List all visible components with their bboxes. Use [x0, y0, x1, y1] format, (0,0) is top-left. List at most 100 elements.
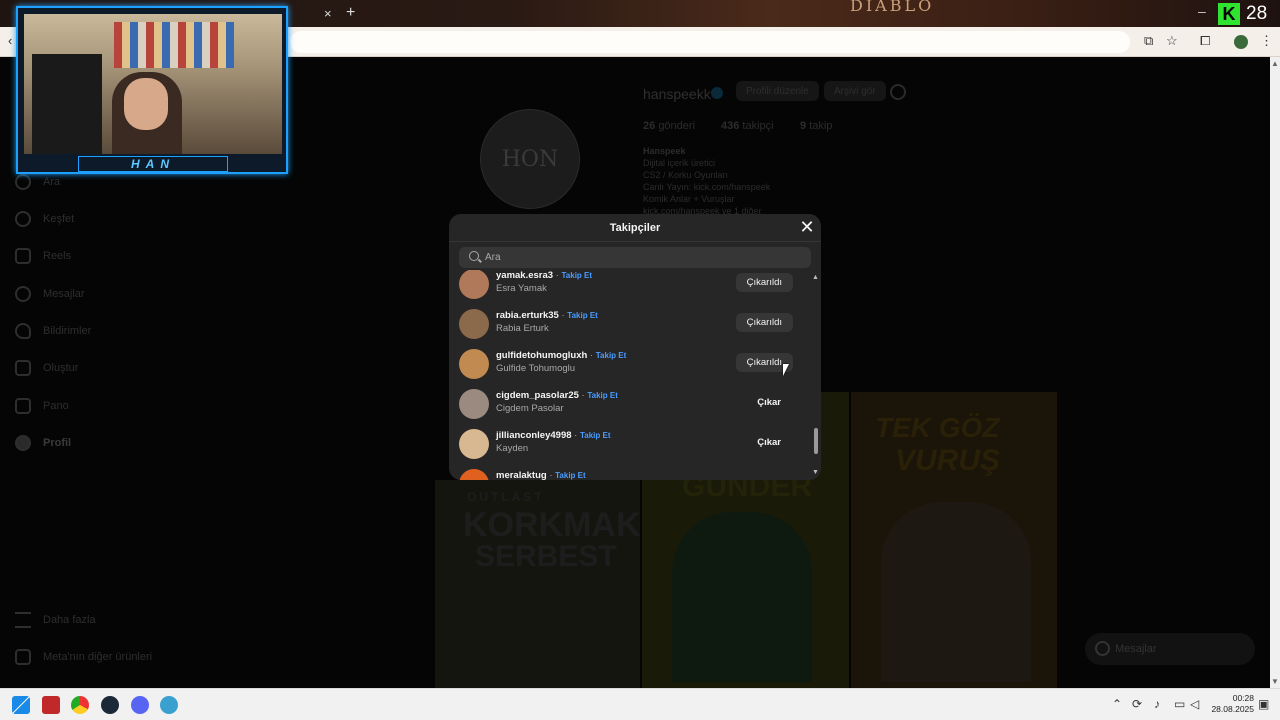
removed-button[interactable]: Çıkarıldı — [735, 313, 793, 332]
sync-icon[interactable]: ⟳ — [1132, 697, 1142, 711]
sidebar-item-reels[interactable]: Reels — [15, 246, 71, 266]
back-icon[interactable]: ‹ — [8, 33, 12, 48]
list-item[interactable]: meralaktug · Takip Et — [449, 464, 809, 480]
following-stat[interactable]: 9 takip — [800, 120, 832, 132]
steam-icon[interactable] — [101, 696, 119, 714]
webcam-overlay: HAN — [16, 6, 288, 174]
avatar[interactable] — [459, 309, 489, 339]
remove-button[interactable]: Çıkar — [757, 433, 781, 452]
address-field[interactable] — [290, 31, 1130, 53]
separator: · — [581, 390, 585, 401]
app-icon[interactable] — [160, 696, 178, 714]
sidebar-item-dashboard[interactable]: Pano — [15, 396, 69, 416]
network-icon[interactable]: ▭ — [1174, 697, 1185, 711]
scroll-up-icon[interactable]: ▲ — [812, 274, 819, 281]
sidebar-meta[interactable]: Meta'nın diğer ürünleri — [15, 647, 152, 667]
avatar[interactable] — [459, 270, 489, 299]
profile-avatar-icon[interactable] — [1234, 35, 1248, 49]
sidebar-more-label: Daha fazla — [43, 614, 96, 626]
avatar[interactable] — [459, 349, 489, 379]
thumb-text: TEK GÖZ — [875, 412, 1000, 443]
profile-avatar[interactable]: HON — [480, 109, 580, 209]
remove-button[interactable]: Çıkar — [757, 393, 781, 412]
sidebar-item-notifications[interactable]: Bildirimler — [15, 321, 91, 341]
sidebar-item-search[interactable]: Ara — [15, 172, 60, 192]
post-thumbnail[interactable]: TEK GÖZ VURUŞ — [851, 392, 1057, 688]
thumb-text: OUTLAST — [467, 490, 545, 504]
extensions-icon[interactable]: ⧠ — [1200, 33, 1210, 49]
hamburger-icon — [15, 612, 31, 628]
bookmark-star-icon[interactable]: ☆ — [1166, 33, 1178, 49]
avatar[interactable] — [459, 469, 489, 480]
followers-list[interactable]: yamak.esra3 · Takip Et Esra Yamak Çıkarı… — [449, 270, 821, 480]
sidebar-item-profile[interactable]: Profil — [15, 433, 71, 453]
settings-gear-icon[interactable] — [890, 84, 906, 100]
sidebar-item-explore[interactable]: Keşfet — [15, 209, 74, 229]
profile-avatar-logo: HON — [501, 146, 559, 172]
sidebar-item-label: Keşfet — [43, 213, 75, 225]
discord-icon[interactable] — [131, 696, 149, 714]
archive-button[interactable]: Arşivi gör — [824, 81, 886, 101]
close-tab-icon[interactable]: × — [324, 6, 332, 21]
webcam-face — [124, 78, 168, 130]
scroll-down-icon[interactable]: ▼ — [1271, 677, 1279, 686]
close-icon[interactable]: ✕ — [798, 218, 816, 236]
thumb-text: SERBEST — [475, 540, 617, 573]
username: jillianconley4998 — [496, 430, 572, 441]
notification-icon[interactable]: ▣ — [1258, 697, 1269, 711]
sidebar-item-label: Reels — [43, 250, 72, 262]
webcam-shelf — [114, 22, 234, 68]
search-icon — [15, 174, 31, 190]
volume-icon[interactable]: ◁ — [1190, 697, 1199, 711]
page-scrollbar[interactable]: ▲ ▼ — [1270, 57, 1280, 688]
sidebar-item-messages[interactable]: Mesajlar — [15, 284, 85, 304]
username-line[interactable]: meralaktug · Takip Et — [496, 470, 586, 480]
search-input[interactable] — [485, 247, 805, 268]
list-item[interactable]: jillianconley4998 · Takip Et Kayden Çıka… — [449, 424, 809, 464]
kick-logo-icon: K — [1218, 3, 1240, 25]
windows-start-icon[interactable] — [12, 696, 30, 714]
avatar[interactable] — [459, 389, 489, 419]
username: rabia.erturk35 — [496, 310, 559, 321]
new-tab-button[interactable]: + — [346, 4, 355, 22]
list-item[interactable]: rabia.erturk35 · Takip Et Rabia Erturk Ç… — [449, 304, 809, 344]
username-line[interactable]: cigdem_pasolar25 · Takip Et — [496, 390, 618, 401]
list-item[interactable]: yamak.esra3 · Takip Et Esra Yamak Çıkarı… — [449, 270, 809, 304]
username-line[interactable]: rabia.erturk35 · Takip Et — [496, 310, 598, 321]
search-field[interactable] — [459, 247, 811, 268]
kick-viewer-count: 28 — [1246, 3, 1268, 24]
messages-pill[interactable]: Mesajlar — [1085, 633, 1255, 665]
list-item[interactable]: cigdem_pasolar25 · Takip Et Cigdem Pasol… — [449, 384, 809, 424]
avatar[interactable] — [459, 429, 489, 459]
list-scrollbar[interactable]: ▲ ▼ — [812, 274, 820, 476]
app-icon[interactable] — [42, 696, 60, 714]
follow-link: Takip Et — [567, 311, 598, 320]
username-line[interactable]: gulfidetohumogluxh · Takip Et — [496, 350, 626, 361]
chrome-icon[interactable] — [71, 696, 89, 714]
messenger-icon — [15, 286, 31, 302]
install-icon[interactable]: ⧉ — [1144, 33, 1153, 49]
edit-profile-button[interactable]: Profili düzenle — [736, 81, 819, 101]
username-line[interactable]: yamak.esra3 · Takip Et — [496, 270, 592, 281]
scrollbar-thumb[interactable] — [814, 428, 818, 454]
followers-stat[interactable]: 436 takipçi — [721, 120, 774, 132]
minimize-button[interactable]: – — [1198, 3, 1206, 19]
list-item[interactable]: gulfidetohumogluxh · Takip Et Gulfide To… — [449, 344, 809, 384]
sidebar-item-label: Pano — [43, 400, 69, 412]
tray-chevron-icon[interactable]: ⌃ — [1112, 697, 1122, 711]
username-line[interactable]: jillianconley4998 · Takip Et — [496, 430, 611, 441]
modal-header: Takipçiler ✕ — [449, 214, 821, 242]
post-thumbnail[interactable]: OUTLAST KORKMAK SERBEST — [435, 480, 641, 688]
separator: · — [589, 350, 594, 361]
menu-kebab-icon[interactable]: ⋮ — [1260, 33, 1273, 49]
taskbar-clock[interactable]: 00:28 28.08.2025 — [1210, 693, 1254, 715]
sidebar-more[interactable]: Daha fazla — [15, 610, 96, 630]
microphone-icon[interactable]: ♪ — [1154, 697, 1160, 711]
sidebar-item-create[interactable]: Oluştur — [15, 358, 78, 378]
webcam-jersey — [32, 54, 102, 154]
scroll-up-icon[interactable]: ▲ — [1271, 59, 1279, 68]
scroll-down-icon[interactable]: ▼ — [812, 469, 819, 476]
bio-line: Canlı Yayın: kick.com/hanspeek — [643, 182, 771, 192]
removed-button[interactable]: Çıkarıldı — [735, 273, 793, 292]
full-name: Cigdem Pasolar — [496, 403, 564, 414]
